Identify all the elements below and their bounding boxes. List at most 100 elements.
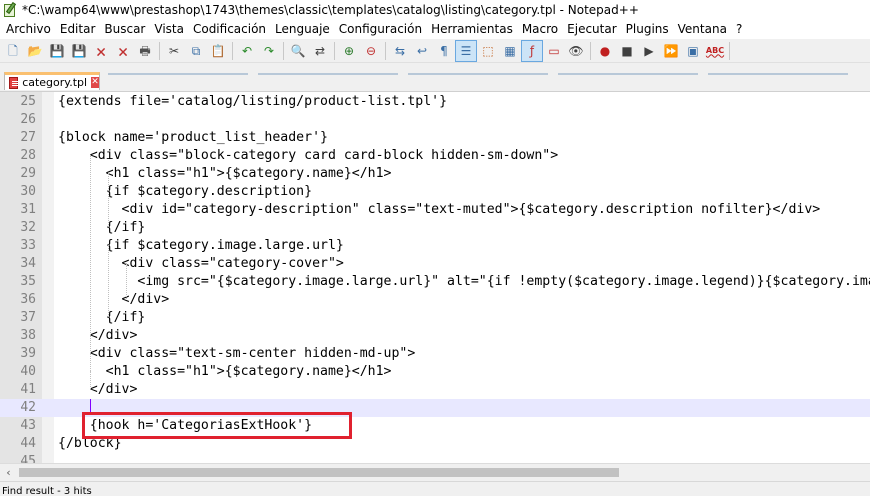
close-all-button[interactable]: 🗙 [112,40,134,62]
cut-button[interactable]: ✂ [163,40,185,62]
code-text: <div class="category-cover"> [58,256,344,271]
indent-guide [108,173,109,227]
code-line[interactable]: 31 <div id="category-description" class=… [0,201,870,219]
line-number: 36 [20,292,36,307]
save-all-button[interactable]: 💾 [68,40,90,62]
folder-workspace-button[interactable]: ▭ [543,40,565,62]
code-line[interactable]: 37 {/if} [0,309,870,327]
code-line[interactable]: 40 <h1 class="h1">{$category.name}</h1> [0,363,870,381]
toolbar-separator [232,41,233,60]
code-line[interactable]: 39 <div class="text-sm-center hidden-md-… [0,345,870,363]
spell-check-button[interactable]: ABC [704,40,726,62]
tab-ghost [558,67,698,75]
replace-button[interactable]: ⇄ [309,40,331,62]
window-title: *C:\wamp64\www\prestashop\1743\themes\cl… [22,3,639,17]
tab-label: category.tpl [22,76,88,89]
toolbar-separator [385,41,386,60]
print-icon: 🖶 [139,43,151,58]
menu-editar[interactable]: Editar [56,20,101,39]
code-line[interactable]: 38 </div> [0,327,870,345]
scrollbar-thumb[interactable] [19,467,619,477]
undo-button[interactable]: ↶ [236,40,258,62]
line-number: 42 [20,400,36,415]
toolbar-separator [590,41,591,60]
spell-check-icon: ABC [705,45,725,55]
unsaved-file-icon [9,76,19,89]
menu-ejecutar[interactable]: Ejecutar [563,20,622,39]
code-line[interactable]: 32 {/if} [0,219,870,237]
code-line[interactable]: 36 </div> [0,291,870,309]
menu-vista[interactable]: Vista [150,20,189,39]
line-number: 39 [20,346,36,361]
menu-help[interactable]: ? [732,20,747,39]
menu-macro[interactable]: Macro [518,20,563,39]
scroll-left-icon[interactable]: ‹ [0,464,17,481]
line-number: 43 [20,418,36,433]
document-map-button[interactable]: ▦ [499,40,521,62]
menu-ventana[interactable]: Ventana [674,20,732,39]
zoom-out-button[interactable]: ⊖ [360,40,382,62]
code-text: {/if} [58,220,146,235]
copy-button[interactable]: ⧉ [185,40,207,62]
stop-macro-button[interactable]: ■ [616,40,638,62]
code-line[interactable]: 35 <img src="{$category.image.large.url}… [0,273,870,291]
code-line[interactable]: 33 {if $category.image.large.url} [0,237,870,255]
function-list-button[interactable]: ƒ [521,39,543,62]
print-button[interactable]: 🖶 [134,40,156,62]
menu-archivo[interactable]: Archivo [2,20,56,39]
record-macro-button[interactable]: ● [594,40,616,62]
code-line[interactable]: 29 <h1 class="h1">{$category.name}</h1> [0,165,870,183]
code-line[interactable]: 41 </div> [0,381,870,399]
play-macro-button[interactable]: ▶ [638,40,660,62]
code-line[interactable]: 30 {if $category.description} [0,183,870,201]
redo-button[interactable]: ↷ [258,40,280,62]
undo-icon: ↶ [241,43,253,58]
tab-ghost [708,67,848,75]
menu-lenguaje[interactable]: Lenguaje [271,20,335,39]
toolbar-separator [159,41,160,60]
paste-button[interactable]: 📋 [207,40,229,62]
code-text: <div id="category-description" class="te… [58,202,821,217]
indent-guide [108,245,109,317]
code-line[interactable]: 45 [0,453,870,463]
title-bar: *C:\wamp64\www\prestashop\1743\themes\cl… [0,0,870,20]
menu-codificacion[interactable]: Codificación [189,20,271,39]
save-macro-button[interactable]: ▣ [682,40,704,62]
monitoring-icon: 👁 [568,43,584,58]
sync-scroll-icon: ⇆ [394,43,406,58]
line-number: 33 [20,238,36,253]
menu-buscar[interactable]: Buscar [100,20,150,39]
horizontal-scrollbar[interactable]: ‹ [0,463,870,480]
save-button[interactable]: 💾 [46,40,68,62]
open-file-icon: 📂 [27,43,43,58]
tab-close-icon[interactable]: ✕ [91,77,99,88]
new-file-button[interactable]: 🗋 [2,40,24,62]
find-button[interactable]: 🔍 [287,40,309,62]
indent-guide-icon: ☰ [460,43,472,58]
code-line[interactable]: 34 <div class="category-cover"> [0,255,870,273]
sync-scroll-button[interactable]: ⇆ [389,40,411,62]
code-line[interactable]: 28 <div class="block-category card card-… [0,147,870,165]
code-line[interactable]: 27 {block name='product_list_header'} [0,129,870,147]
indent-guide-button[interactable]: ☰ [455,39,477,62]
tab-category-tpl[interactable]: category.tpl ✕ [4,72,100,90]
line-number: 29 [20,166,36,181]
menu-herramientas[interactable]: Herramientas [427,20,518,39]
word-wrap-button[interactable]: ↩ [411,40,433,62]
menu-configuracion[interactable]: Configuración [335,20,427,39]
close-button[interactable]: 🗙 [90,40,112,62]
code-text: <div class="text-sm-center hidden-md-up"… [58,346,416,361]
code-text: </div> [58,382,138,397]
open-file-button[interactable]: 📂 [24,40,46,62]
run-macro-multiple-button[interactable]: ⏩ [660,40,682,62]
line-number: 37 [20,310,36,325]
monitoring-button[interactable]: 👁 [565,40,587,62]
save-macro-icon: ▣ [687,43,699,58]
code-editor[interactable]: 25 {extends file='catalog/listing/product… [0,91,870,463]
menu-plugins[interactable]: Plugins [622,20,674,39]
code-line[interactable]: 25 {extends file='catalog/listing/product… [0,93,870,111]
zoom-in-button[interactable]: ⊕ [338,40,360,62]
language-button[interactable]: ⬚ [477,40,499,62]
code-line[interactable]: 26 [0,111,870,129]
show-all-chars-button[interactable]: ¶ [433,40,455,62]
